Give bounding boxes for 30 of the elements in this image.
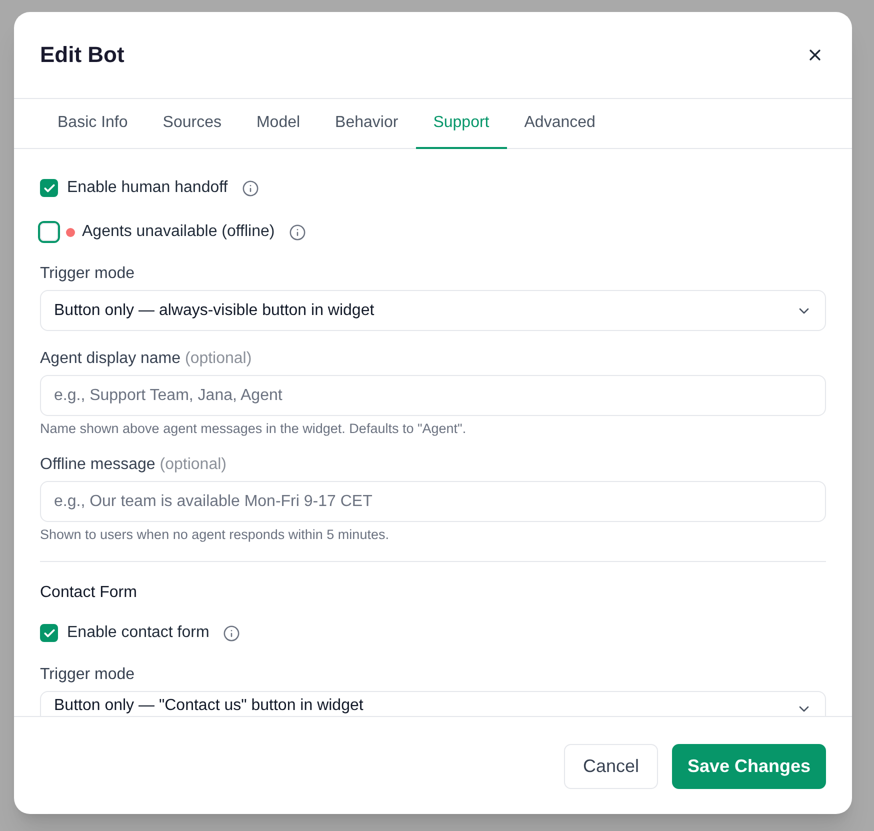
checkmark-icon bbox=[42, 182, 56, 194]
field-label: Offline message (optional) bbox=[40, 455, 228, 475]
checkbox[interactable] bbox=[40, 624, 58, 642]
select-field[interactable]: Button only — always-visible button in widget bbox=[40, 290, 826, 331]
field-label: Trigger mode bbox=[40, 665, 136, 685]
info-icon[interactable] bbox=[242, 180, 259, 196]
checkbox[interactable] bbox=[40, 179, 58, 197]
select-field[interactable]: Button only — "Contact us" button in widget bbox=[40, 691, 826, 716]
input-field[interactable]: e.g., Our team is available Mon-Fri 9-17 CET bbox=[40, 481, 826, 522]
info-icon[interactable] bbox=[223, 624, 240, 642]
field-label: Trigger mode bbox=[40, 264, 136, 284]
checkbox-label: Enable contact form bbox=[67, 623, 210, 643]
checkmark-icon bbox=[42, 626, 56, 640]
input-field[interactable]: e.g., Support Team, Jana, Agent bbox=[40, 375, 826, 416]
cancel-button[interactable]: Cancel bbox=[564, 744, 658, 789]
section-title: Contact Form bbox=[40, 583, 138, 603]
tab[interactable]: Model bbox=[238, 99, 318, 149]
tab[interactable]: Behavior bbox=[318, 99, 416, 149]
checkbox-label: Enable human handoff bbox=[67, 178, 228, 198]
tab[interactable]: Sources bbox=[145, 99, 239, 149]
checkbox-label: Agents unavailable (offline) bbox=[82, 222, 275, 242]
tab[interactable]: Advanced bbox=[506, 99, 613, 149]
tab[interactable]: Basic Info bbox=[40, 99, 146, 149]
dialog-title: Edit Bot bbox=[40, 41, 124, 69]
save-button[interactable]: Save Changes bbox=[672, 744, 826, 789]
tab[interactable]: Support bbox=[416, 99, 507, 149]
help-text: Shown to users when no agent responds within 5 minutes. bbox=[40, 527, 390, 543]
help-text: Name shown above agent messages in the widget. Defaults to "Agent". bbox=[40, 421, 468, 437]
field-label: Agent display name (optional) bbox=[40, 349, 253, 369]
info-icon[interactable] bbox=[288, 224, 306, 240]
